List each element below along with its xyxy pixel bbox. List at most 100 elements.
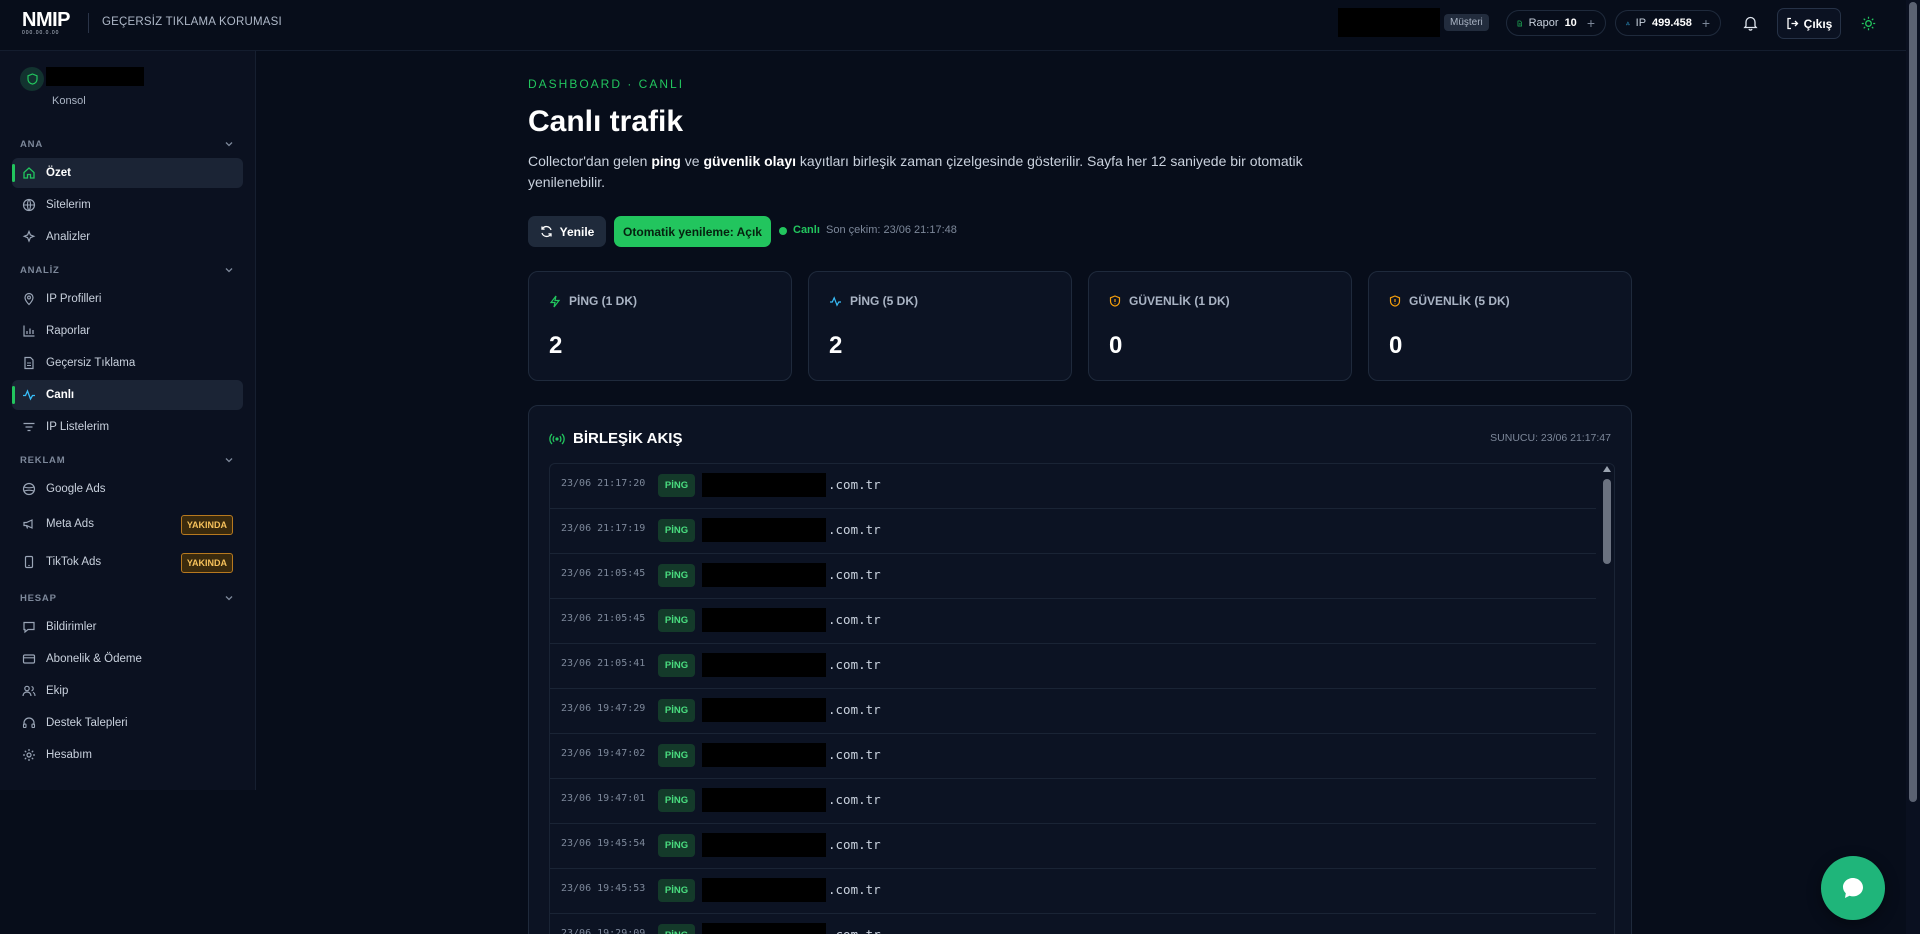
- chevron-down-icon[interactable]: [224, 265, 234, 275]
- feed-row[interactable]: 23/06 19:47:29 PİNG .com.tr: [550, 689, 1596, 734]
- breadcrumb: DASHBOARD · CANLI: [528, 77, 685, 91]
- coming-soon-badge: YAKINDA: [180, 515, 233, 535]
- feed-scroll-thumb[interactable]: [1603, 479, 1611, 564]
- auto-refresh-toggle[interactable]: Otomatik yenileme: Açık: [614, 216, 771, 247]
- scroll-up-arrow-icon[interactable]: [1603, 466, 1611, 472]
- sidebar-item-label: IP Listelerim: [46, 421, 110, 433]
- headset-icon: [22, 717, 36, 729]
- sidebar-item-label: Analizler: [46, 231, 91, 243]
- ip-credit-pill[interactable]: IP 499.458 +: [1615, 10, 1721, 36]
- sidebar-item-analizler[interactable]: Analizler: [12, 222, 243, 252]
- sidebar-item-ekip[interactable]: Ekip: [12, 676, 243, 706]
- feed-row[interactable]: 23/06 21:05:41 PİNG .com.tr: [550, 644, 1596, 689]
- stat-card-security-1m: GÜVENLİK (1 DK) 0: [1088, 271, 1352, 381]
- feed-row[interactable]: 23/06 19:29:09 PİNG .com.tr: [550, 914, 1596, 934]
- sun-icon[interactable]: [1857, 12, 1879, 34]
- gear-icon: [23, 749, 35, 761]
- feed-row[interactable]: 23/06 19:47:01 PİNG .com.tr: [550, 779, 1596, 824]
- stat-card-ping-5m: PİNG (5 DK) 2: [808, 271, 1072, 381]
- network-icon: [1626, 21, 1630, 25]
- feed-row[interactable]: 23/06 21:05:45 PİNG .com.tr: [550, 554, 1596, 599]
- report-credit-pill[interactable]: Rapor 10 +: [1506, 10, 1606, 36]
- bar-chart-icon: [23, 325, 35, 337]
- server-time: SUNUCU: 23/06 21:17:47: [1490, 432, 1611, 444]
- stat-card-security-5m: GÜVENLİK (5 DK) 0: [1368, 271, 1632, 381]
- sidebar-item-label: Google Ads: [46, 483, 106, 495]
- page-scroll-thumb[interactable]: [1909, 2, 1917, 802]
- sidebar-item-bildirimler[interactable]: Bildirimler: [12, 612, 243, 642]
- app-tagline: GEÇERSİZ TIKLAMA KORUMASI: [102, 16, 282, 28]
- chevron-down-icon[interactable]: [224, 455, 234, 465]
- refresh-label: Yenile: [559, 224, 595, 239]
- domain-name-redacted: [702, 608, 826, 632]
- row-timestamp: 23/06 21:05:41: [561, 658, 646, 669]
- credit-card-icon: [22, 654, 36, 664]
- chevron-down-icon[interactable]: [224, 139, 234, 149]
- stat-value: 2: [549, 332, 563, 359]
- sidebar-item-canli[interactable]: Canlı: [12, 380, 243, 410]
- feed-row[interactable]: 23/06 19:47:02 PİNG .com.tr: [550, 734, 1596, 779]
- feed-title: BİRLEŞİK AKIŞ: [549, 430, 682, 447]
- sidebar-item-ozet[interactable]: Özet: [12, 158, 243, 188]
- home-icon: [23, 167, 35, 179]
- logout-button[interactable]: Çıkış: [1777, 8, 1841, 39]
- sidebar-item-ip-listelerim[interactable]: IP Listelerim: [12, 412, 243, 442]
- event-type-badge: PİNG: [658, 879, 695, 902]
- sidebar-item-google-ads[interactable]: Google Ads: [12, 474, 243, 504]
- event-type-badge: PİNG: [658, 834, 695, 857]
- feed-row[interactable]: 23/06 21:17:20 PİNG .com.tr: [550, 464, 1596, 509]
- plus-icon[interactable]: +: [1702, 15, 1710, 31]
- page-title: Canlı trafik: [528, 105, 684, 138]
- event-type-badge: PİNG: [658, 609, 695, 632]
- feed-row[interactable]: 23/06 21:17:19 PİNG .com.tr: [550, 509, 1596, 554]
- page-scrollbar[interactable]: [1906, 0, 1920, 934]
- ip-count: 499.458: [1652, 17, 1692, 29]
- event-type-badge: PİNG: [658, 474, 695, 497]
- brand-logo[interactable]: NMIP 000.00.0.00: [22, 10, 76, 36]
- message-icon: [23, 621, 35, 634]
- globe-icon: [22, 482, 36, 496]
- stat-label: GÜVENLİK (1 DK): [1109, 294, 1230, 308]
- domain-name-redacted: [702, 923, 826, 934]
- chevron-down-icon[interactable]: [224, 593, 234, 603]
- sidebar-item-raporlar[interactable]: Raporlar: [12, 316, 243, 346]
- sidebar-item-gecersiz-tiklama[interactable]: Geçersiz Tıklama: [12, 348, 243, 378]
- sidebar-item-sitelerim[interactable]: Sitelerim: [12, 190, 243, 220]
- sidebar-item-label: Özet: [46, 167, 71, 179]
- sidebar-item-ip-profilleri[interactable]: IP Profilleri: [12, 284, 243, 314]
- sidebar-item-label: Abonelik & Ödeme: [46, 653, 142, 665]
- sidebar-item-hesabim[interactable]: Hesabım: [12, 740, 243, 770]
- feed-list[interactable]: 23/06 19:29:09 PİNG .com.tr 23/06 19:45:53 P…: [549, 463, 1615, 934]
- refresh-button[interactable]: Yenile: [528, 216, 606, 247]
- sidebar-item-tiktok-ads[interactable]: TikTok Ads YAKINDA: [12, 547, 243, 577]
- row-domain-suffix: .com.tr: [828, 837, 881, 852]
- row-domain-suffix: .com.tr: [828, 657, 881, 672]
- event-type-badge: PİNG: [658, 744, 695, 767]
- activity-icon: [23, 389, 35, 401]
- section-analiz: ANALİZ: [20, 265, 60, 276]
- event-type-badge: PİNG: [658, 564, 695, 587]
- chat-button[interactable]: [1821, 856, 1885, 920]
- domain-name-redacted: [702, 878, 826, 902]
- sidebar-item-meta-ads[interactable]: Meta Ads YAKINDA: [12, 509, 243, 539]
- stat-value: 0: [1389, 332, 1403, 359]
- workspace-name-redacted: [46, 67, 144, 86]
- sidebar-item-label: Meta Ads: [46, 518, 94, 530]
- feed-scrollbar[interactable]: [1600, 464, 1614, 934]
- plus-icon[interactable]: +: [1587, 15, 1595, 31]
- sparkles-icon: [22, 230, 36, 243]
- sidebar-item-abonelik[interactable]: Abonelik & Ödeme: [12, 644, 243, 674]
- stat-label-text: PİNG (5 DK): [850, 294, 919, 308]
- feed-row[interactable]: 23/06 21:05:45 PİNG .com.tr: [550, 599, 1596, 644]
- feed-row[interactable]: 23/06 19:45:53 PİNG .com.tr: [550, 869, 1596, 914]
- stat-value: 0: [1109, 332, 1123, 359]
- broadcast-icon: [549, 433, 565, 444]
- sidebar-item-destek[interactable]: Destek Talepleri: [12, 708, 243, 738]
- stat-label-text: GÜVENLİK (1 DK): [1129, 294, 1230, 308]
- row-timestamp: 23/06 19:45:53: [561, 883, 646, 894]
- logout-label: Çıkış: [1803, 16, 1833, 31]
- feed-row[interactable]: 23/06 19:45:54 PİNG .com.tr: [550, 824, 1596, 869]
- stat-label-text: GÜVENLİK (5 DK): [1409, 294, 1510, 308]
- phone-icon: [24, 555, 34, 569]
- bell-icon[interactable]: [1739, 12, 1761, 34]
